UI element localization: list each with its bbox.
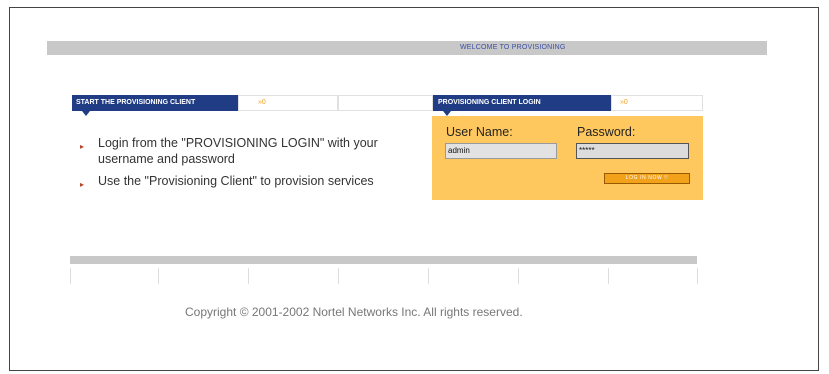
instruction-text: Login from the "PROVISIONING LOGIN" with… [98, 136, 378, 166]
username-field[interactable]: admin [445, 143, 557, 159]
bullet-arrow-icon: ▸ [80, 142, 85, 151]
instruction-text: Use the "Provisioning Client" to provisi… [98, 174, 374, 188]
header-cell [338, 95, 433, 111]
login-arrow-link[interactable]: »0 [620, 99, 628, 106]
top-banner [47, 41, 767, 55]
divider [158, 268, 159, 284]
start-client-title: START THE PROVISIONING CLIENT [76, 99, 196, 106]
username-label: User Name: [446, 125, 513, 139]
list-item: ▸ Login from the "PROVISIONING LOGIN" wi… [80, 135, 420, 167]
instruction-list: ▸ Login from the "PROVISIONING LOGIN" wi… [80, 135, 420, 195]
divider [608, 268, 609, 284]
list-item: ▸ Use the "Provisioning Client" to provi… [80, 173, 420, 189]
divider [248, 268, 249, 284]
copyright-text: Copyright © 2001-2002 Nortel Networks In… [185, 305, 523, 319]
start-client-header: START THE PROVISIONING CLIENT [72, 95, 238, 116]
password-field[interactable]: ***** [576, 143, 689, 159]
divider [338, 268, 339, 284]
welcome-text: WELCOME TO PROVISIONING [460, 44, 566, 51]
login-panel-title: PROVISIONING CLIENT LOGIN [438, 99, 541, 106]
bottom-bar [70, 256, 697, 264]
divider [697, 268, 698, 284]
divider [70, 268, 71, 284]
login-button[interactable]: LOG IN NOW !! [604, 173, 690, 184]
divider [428, 268, 429, 284]
bullet-arrow-icon: ▸ [80, 180, 85, 189]
header-pointer-icon [82, 111, 90, 116]
start-arrow-link[interactable]: »0 [258, 99, 266, 106]
password-label: Password: [577, 125, 636, 139]
login-panel-header: PROVISIONING CLIENT LOGIN [433, 95, 611, 116]
divider [518, 268, 519, 284]
header-cell [238, 95, 338, 111]
